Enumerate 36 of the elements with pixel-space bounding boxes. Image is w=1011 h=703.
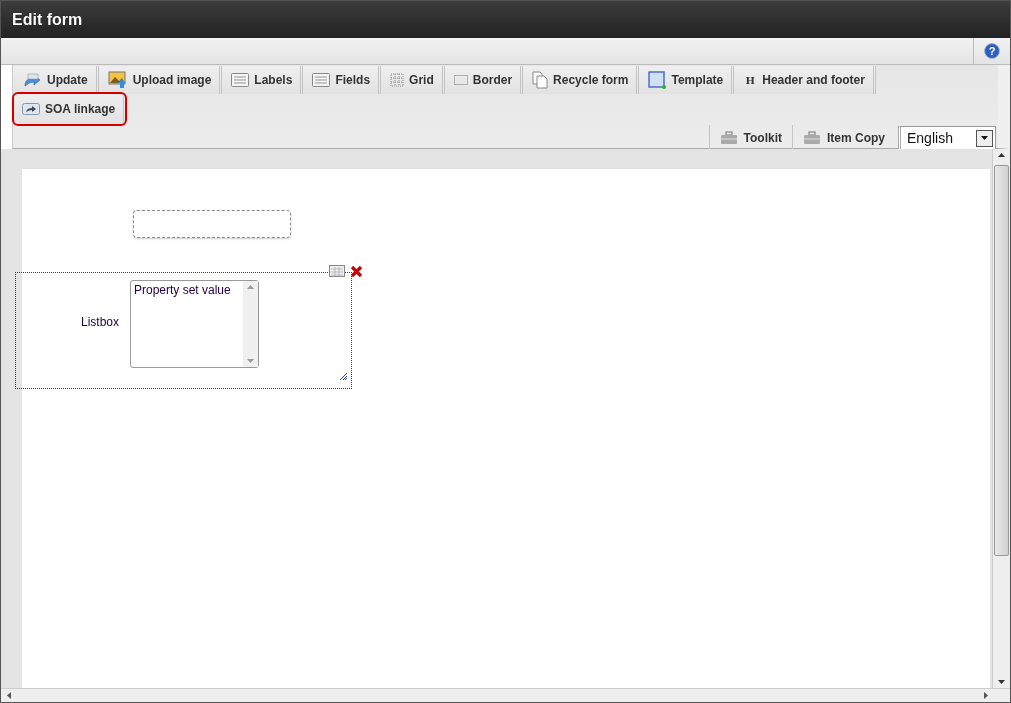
toolbar-tab[interactable]: Grid	[381, 66, 445, 94]
toolbar-tab[interactable]: SOA linkage	[13, 93, 127, 125]
scrollbar-thumb[interactable]	[994, 165, 1009, 556]
dropdown-caret-icon	[981, 136, 988, 140]
toolbar-tab[interactable]: Template	[639, 66, 735, 94]
grid-icon	[390, 73, 405, 87]
scroll-right-icon[interactable]	[982, 691, 990, 700]
scroll-left-icon[interactable]	[5, 691, 13, 700]
toolbar-tab[interactable]: Recycle form	[523, 66, 640, 94]
toolbar-tab[interactable]: Fields	[303, 66, 382, 94]
upload-arrow-icon	[22, 73, 42, 87]
border-icon	[453, 75, 468, 85]
frame-icon	[648, 71, 667, 89]
toolbar-tab[interactable]: Border	[444, 66, 524, 94]
toolbar-tab[interactable]: Update	[13, 66, 99, 94]
toolbar-tab[interactable]: Upload image	[98, 66, 223, 94]
selected-form-item[interactable]: Listbox Property set value	[15, 272, 352, 389]
list-icon	[312, 73, 331, 87]
delete-icon[interactable]	[350, 265, 363, 278]
picture-icon	[107, 71, 128, 89]
field-label: Listbox	[81, 315, 120, 329]
language-select[interactable]: English	[898, 126, 996, 150]
toolbar-tab[interactable]: Labels	[222, 66, 304, 94]
resize-grip-icon[interactable]	[340, 373, 347, 380]
toolbar-tab[interactable]: H Header and footer	[734, 66, 876, 94]
help-icon[interactable]: ?	[984, 43, 1000, 59]
pages-icon	[532, 71, 549, 89]
listbox-option[interactable]: Property set value	[134, 283, 240, 297]
list-icon	[231, 73, 250, 87]
toolbox-icon	[719, 131, 738, 145]
properties-icon[interactable]	[329, 265, 345, 277]
header-icon: H	[743, 74, 758, 86]
text-field[interactable]	[133, 210, 291, 238]
window-title: Edit form	[12, 10, 83, 29]
toolbox-icon	[803, 131, 821, 145]
listbox[interactable]: Property set value	[130, 280, 259, 368]
